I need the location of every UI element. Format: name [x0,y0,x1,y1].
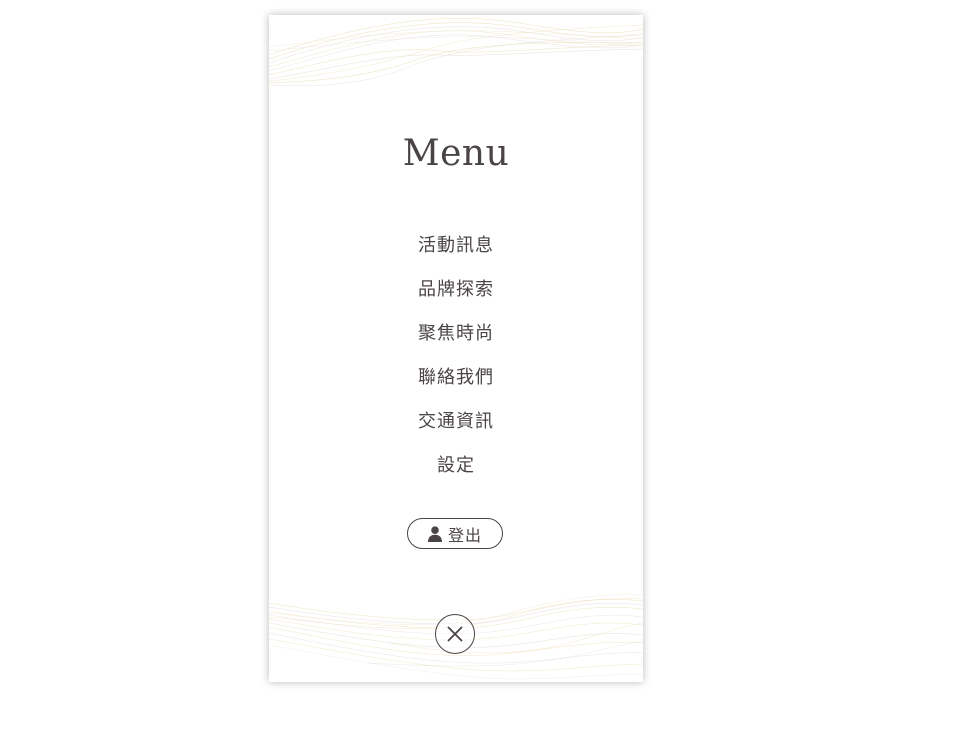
menu-item-brand-explore[interactable]: 品牌探索 [269,272,643,316]
menu-item-fashion-focus[interactable]: 聚焦時尚 [269,316,643,360]
menu-item-transport-info[interactable]: 交通資訊 [269,404,643,448]
user-icon [427,525,442,542]
menu-panel: Menu 活動訊息 品牌探索 聚焦時尚 聯絡我們 交通資訊 設定 登出 [269,15,643,682]
menu-list: 活動訊息 品牌探索 聚焦時尚 聯絡我們 交通資訊 設定 [269,228,643,492]
menu-item-settings[interactable]: 設定 [269,448,643,492]
logout-label: 登出 [447,525,482,545]
menu-item-events[interactable]: 活動訊息 [269,228,643,272]
logout-button[interactable]: 登出 [407,518,503,549]
decorative-wave-top [269,18,643,87]
close-button[interactable] [435,614,475,654]
menu-item-contact-us[interactable]: 聯絡我們 [269,360,643,404]
close-icon [447,626,463,642]
menu-title: Menu [402,133,510,174]
